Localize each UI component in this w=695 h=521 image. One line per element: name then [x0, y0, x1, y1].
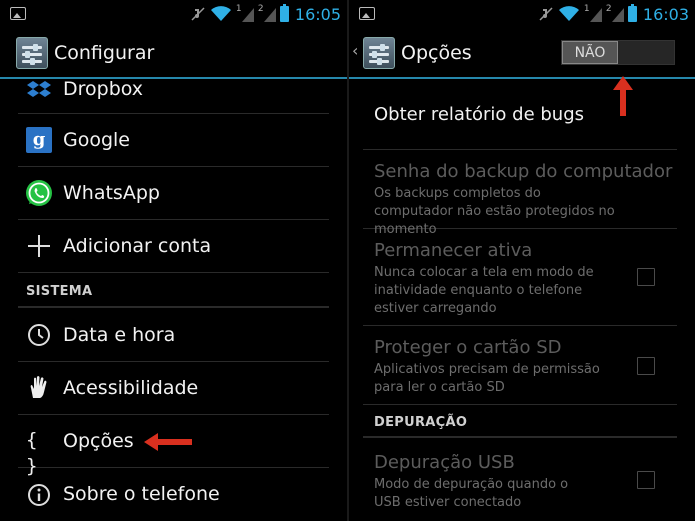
item-title: Depuração USB — [374, 452, 515, 473]
clock-icon — [28, 324, 50, 346]
google-icon: g — [26, 127, 52, 153]
list-item-options[interactable]: { } Opções — [18, 415, 329, 477]
signal-1-icon: 1 — [584, 4, 602, 22]
settings-screen: 1 2 16:05 Configurar Dropbox g Google Wh… — [0, 0, 347, 521]
list-item-label: WhatsApp — [63, 182, 160, 204]
section-divider — [18, 306, 329, 308]
usb-debugging-checkbox[interactable] — [637, 471, 655, 489]
image-notification-icon — [10, 7, 26, 20]
whatsapp-icon — [26, 180, 52, 206]
battery-icon — [627, 4, 637, 22]
signal-1-icon: 1 — [236, 4, 254, 22]
action-bar: ‹ Opções NÃO — [349, 28, 695, 78]
info-icon — [28, 484, 50, 506]
list-item-about-phone[interactable]: Sobre o telefone — [18, 468, 329, 521]
page-title: Opções — [401, 42, 472, 64]
usb-debugging-item: Depuração USB Modo de depuração quando o… — [363, 438, 677, 521]
hand-icon — [30, 376, 47, 398]
item-title: Senha do backup do computador — [374, 161, 673, 182]
list-item-label: Dropbox — [63, 78, 144, 100]
list-item-label: Acessibilidade — [63, 377, 199, 399]
battery-icon — [279, 4, 289, 22]
mute-icon — [191, 7, 205, 21]
developer-options-screen: 1 2 16:03 ‹ Opções NÃO Obter relatório d… — [349, 0, 695, 521]
page-title: Configurar — [54, 42, 155, 64]
list-item-label: Opções — [63, 430, 134, 452]
stay-awake-checkbox[interactable] — [637, 268, 655, 286]
list-item-whatsapp[interactable]: WhatsApp — [18, 167, 329, 220]
settings-app-icon[interactable] — [16, 37, 48, 69]
list-item-google[interactable]: g Google — [18, 114, 329, 167]
bug-report-item[interactable]: Obter relatório de bugs — [363, 79, 677, 150]
list-item-label: Google — [63, 129, 131, 151]
item-title: Proteger o cartão SD — [374, 337, 562, 358]
braces-icon: { } — [26, 429, 40, 477]
item-subtitle: Aplicativos precisam de permissão para l… — [374, 362, 600, 395]
back-chevron-icon[interactable]: ‹ — [352, 41, 358, 60]
action-bar: Configurar — [0, 28, 347, 78]
wifi-icon — [558, 6, 579, 21]
list-item-add-account[interactable]: Adicionar conta — [18, 220, 329, 273]
settings-app-icon[interactable] — [363, 37, 395, 69]
developer-options-toggle[interactable]: NÃO — [561, 40, 675, 65]
backup-password-item: Senha do backup do computador Os backups… — [363, 150, 677, 237]
list-item-label: Sobre o telefone — [63, 483, 220, 505]
dropbox-icon — [27, 81, 51, 97]
image-notification-icon — [359, 7, 375, 20]
list-item-label: Adicionar conta — [63, 235, 212, 257]
status-bar: 1 2 16:05 — [0, 0, 347, 28]
signal-2-icon: 2 — [606, 4, 624, 22]
section-header-depuracao: DEPURAÇÃO — [374, 415, 468, 430]
item-subtitle: Modo de depuração quando o USB estiver c… — [374, 477, 569, 510]
plus-icon — [28, 235, 50, 257]
stay-awake-item: Permanecer ativa Nunca colocar a tela em… — [363, 229, 677, 326]
item-title: Obter relatório de bugs — [374, 104, 585, 125]
protect-sd-item: Proteger o cartão SD Aplicativos precisa… — [363, 326, 677, 405]
clock-time: 16:03 — [642, 4, 689, 24]
signal-2-icon: 2 — [258, 4, 276, 22]
clock-time: 16:05 — [294, 4, 341, 24]
list-item-accessibility[interactable]: Acessibilidade — [18, 362, 329, 415]
wifi-icon — [210, 6, 231, 21]
section-header-sistema: SISTEMA — [26, 284, 93, 299]
status-bar: 1 2 16:03 — [349, 0, 695, 28]
list-item-label: Data e hora — [63, 324, 176, 346]
list-item-dropbox[interactable]: Dropbox — [18, 78, 329, 114]
item-title: Permanecer ativa — [374, 240, 533, 261]
list-item-date-time[interactable]: Data e hora — [18, 309, 329, 362]
red-arrow-annotation — [144, 433, 192, 451]
protect-sd-checkbox[interactable] — [637, 357, 655, 375]
toggle-label: NÃO — [562, 41, 618, 64]
item-subtitle: Nunca colocar a tela em modo de inativid… — [374, 265, 594, 316]
mute-icon — [539, 7, 553, 21]
